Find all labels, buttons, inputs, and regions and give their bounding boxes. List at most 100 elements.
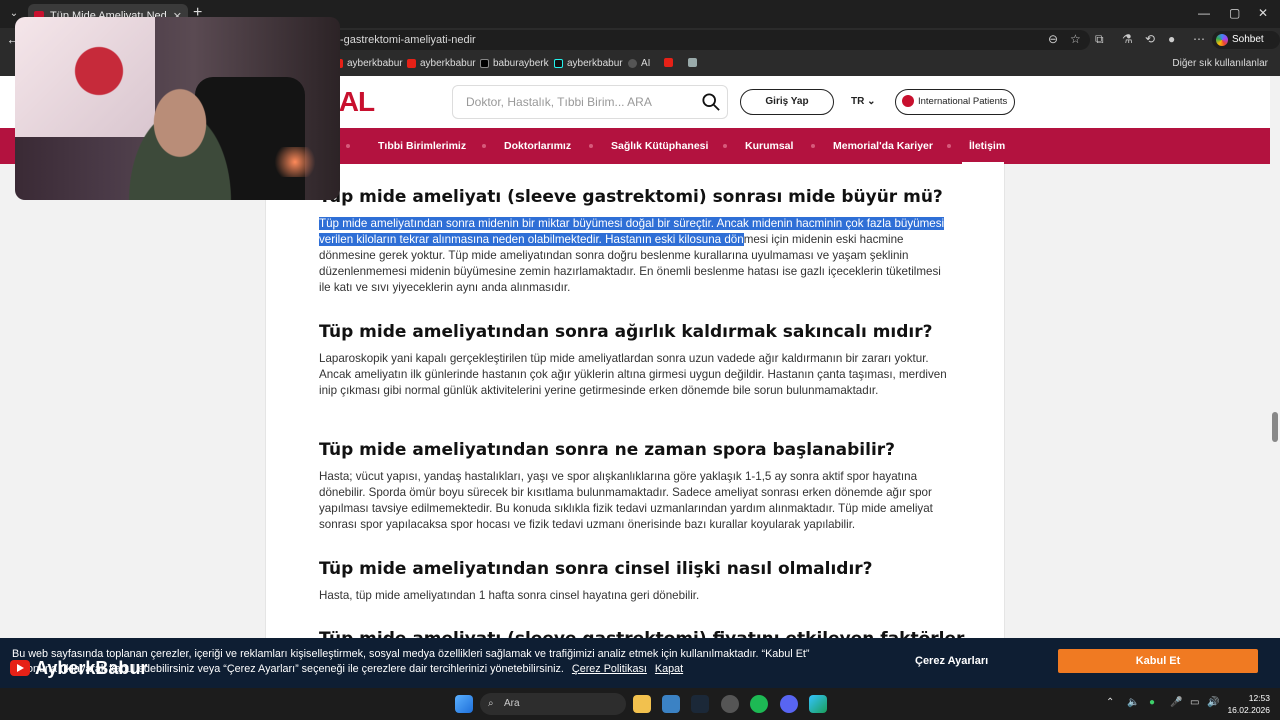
streamer-image bbox=[115, 87, 245, 200]
bookmark-item[interactable] bbox=[664, 58, 673, 67]
obs-icon[interactable] bbox=[721, 695, 739, 713]
nav-separator bbox=[346, 144, 350, 148]
file-explorer-icon[interactable] bbox=[633, 695, 651, 713]
cookie-settings-button[interactable]: Çerez Ayarları bbox=[915, 655, 988, 667]
article-section: Tüp mide ameliyatı (sleeve gastrektomi) … bbox=[319, 187, 949, 296]
nav-separator bbox=[589, 144, 593, 148]
section-heading: Tüp mide ameliyatı (sleeve gastrektomi) … bbox=[319, 629, 964, 638]
cookie-policy-link[interactable]: Çerez Politikası bbox=[572, 663, 647, 675]
section-heading: Tüp mide ameliyatından sonra cinsel iliş… bbox=[319, 559, 873, 579]
youtube-icon bbox=[407, 59, 416, 68]
international-patients-button[interactable]: International Patients bbox=[895, 89, 1015, 115]
nav-item-doctors[interactable]: Doktorlarımız bbox=[504, 128, 571, 164]
webcam-overlay bbox=[15, 17, 340, 200]
microphone-icon[interactable]: 🎤 bbox=[1170, 697, 1182, 708]
nav-item-medical-units[interactable]: Tıbbi Birimlerimiz bbox=[378, 128, 466, 164]
history-icon[interactable]: ⟲ bbox=[1145, 32, 1155, 46]
minimize-icon[interactable]: — bbox=[1198, 6, 1210, 20]
taskbar-search[interactable]: Ara bbox=[480, 693, 626, 715]
app-icon bbox=[688, 58, 697, 67]
taskbar: Ara ⌃ 🔈 ● 🎤 ▭ 🔊 12:53 16.02.2026 bbox=[0, 688, 1280, 720]
status-dot-icon[interactable]: ● bbox=[1149, 697, 1155, 708]
bookmark-item[interactable]: ayberkbabur bbox=[334, 58, 403, 69]
clock-date: 16.02.2026 bbox=[1227, 705, 1270, 715]
nav-separator bbox=[811, 144, 815, 148]
nav-separator bbox=[723, 144, 727, 148]
login-button[interactable]: Giriş Yap bbox=[740, 89, 834, 115]
x-icon bbox=[480, 59, 489, 68]
article-section: Tüp mide ameliyatı (sleeve gastrektomi) … bbox=[319, 629, 964, 638]
section-paragraph: Hasta, tüp mide ameliyatından 1 hafta so… bbox=[319, 589, 700, 602]
more-menu-icon[interactable]: ⋯ bbox=[1193, 32, 1205, 46]
language-label: TR bbox=[851, 96, 865, 107]
sidebar-panel bbox=[1005, 164, 1270, 638]
international-label: International Patients bbox=[918, 96, 1008, 107]
reader-icon[interactable]: ⊖ bbox=[1048, 32, 1058, 46]
youtube-icon bbox=[664, 58, 673, 67]
bookmark-item[interactable]: baburayberk bbox=[480, 58, 549, 69]
extensions-icon[interactable]: ⧉ bbox=[1095, 32, 1104, 47]
ai-icon bbox=[628, 59, 637, 68]
network-icon[interactable]: ▭ bbox=[1190, 697, 1199, 708]
other-favorites-folder[interactable]: Diğer sık kullanılanlar bbox=[1172, 58, 1268, 69]
channel-watermark: AyberkBabur bbox=[10, 657, 147, 679]
maximize-icon[interactable]: ▢ bbox=[1229, 6, 1240, 20]
international-icon bbox=[902, 95, 914, 107]
copilot-chat-button[interactable]: Sohbet et bbox=[1212, 31, 1280, 63]
cookie-consent-bar: Bu web sayfasında toplanan çerezler, içe… bbox=[0, 638, 1280, 688]
section-paragraph: Laparoskopik yani kapalı gerçekleştirile… bbox=[319, 352, 947, 397]
nav-item-contact[interactable]: İletişim bbox=[969, 128, 1005, 164]
section-paragraph: Hasta; vücut yapısı, yandaş hastalıkları… bbox=[319, 470, 933, 531]
favorite-star-icon[interactable]: ☆ bbox=[1070, 32, 1081, 46]
photos-icon[interactable] bbox=[662, 695, 680, 713]
tray-overflow-icon[interactable]: ⌃ bbox=[1106, 697, 1114, 708]
bookmark-item[interactable]: ayberkbabur bbox=[407, 58, 476, 69]
bookmark-label: ayberkbabur bbox=[567, 58, 623, 69]
section-heading: Tüp mide ameliyatından sonra ne zaman sp… bbox=[319, 440, 896, 460]
article-section: Tüp mide ameliyatından sonra cinsel iliş… bbox=[319, 559, 949, 604]
bookmark-label: ayberkbabur bbox=[347, 58, 403, 69]
speaker-icon[interactable]: 🔊 bbox=[1207, 697, 1219, 708]
accept-cookies-button[interactable]: Kabul Et bbox=[1058, 649, 1258, 673]
section-paragraph: Tüp mide ameliyatından sonra midenin bir… bbox=[319, 216, 949, 296]
section-heading: Tüp mide ameliyatı (sleeve gastrektomi) … bbox=[319, 187, 943, 207]
collections-icon[interactable]: ⚗ bbox=[1122, 32, 1133, 46]
language-selector[interactable]: TR ⌄ bbox=[851, 96, 876, 107]
scrollbar-thumb[interactable] bbox=[1272, 412, 1278, 442]
nav-separator bbox=[947, 144, 951, 148]
watermark-text: AyberkBabur bbox=[35, 657, 148, 678]
profile-avatar-icon[interactable]: ● bbox=[1168, 32, 1175, 46]
close-window-icon[interactable]: ✕ bbox=[1258, 6, 1268, 20]
youtube-icon bbox=[10, 660, 30, 676]
chevron-down-icon: ⌄ bbox=[867, 96, 876, 107]
bookmark-label: ayberkbabur bbox=[420, 58, 476, 69]
nav-item-career[interactable]: Memorial'da Kariyer bbox=[833, 128, 933, 164]
clock-time: 12:53 bbox=[1248, 693, 1270, 703]
nav-item-corporate[interactable]: Kurumsal bbox=[745, 128, 793, 164]
bookmark-label: baburayberk bbox=[493, 58, 549, 69]
nav-separator bbox=[482, 144, 486, 148]
bookmark-label: AI bbox=[641, 58, 651, 69]
edge-icon[interactable] bbox=[809, 695, 827, 713]
bookmark-item[interactable]: AI bbox=[628, 58, 650, 69]
start-icon[interactable] bbox=[455, 695, 473, 713]
page-scrollbar[interactable] bbox=[1270, 76, 1280, 638]
bookmark-item[interactable]: ayberkbabur bbox=[554, 58, 623, 69]
discord-icon[interactable] bbox=[780, 695, 798, 713]
nav-item-health-library[interactable]: Sağlık Kütüphanesi bbox=[611, 128, 708, 164]
cookie-close-link[interactable]: Kapat bbox=[655, 663, 683, 675]
copilot-icon bbox=[1216, 34, 1228, 46]
lamp-glow-image bbox=[270, 147, 320, 177]
section-heading: Tüp mide ameliyatından sonra ağırlık kal… bbox=[319, 322, 933, 342]
volume-tray-icon[interactable]: 🔈 bbox=[1127, 697, 1139, 708]
tiktok-icon bbox=[554, 59, 563, 68]
site-search-input[interactable]: Doktor, Hastalık, Tıbbi Birim... ARA bbox=[452, 85, 728, 119]
search-placeholder: Doktor, Hastalık, Tıbbi Birim... ARA bbox=[466, 95, 652, 109]
system-clock[interactable]: 12:53 16.02.2026 bbox=[1224, 692, 1270, 716]
steam-icon[interactable] bbox=[691, 695, 709, 713]
article-section: Tüp mide ameliyatından sonra ağırlık kal… bbox=[319, 322, 949, 399]
spotify-icon[interactable] bbox=[750, 695, 768, 713]
bookmark-item[interactable] bbox=[688, 58, 697, 67]
search-icon[interactable] bbox=[702, 93, 720, 111]
article-section: Tüp mide ameliyatından sonra ne zaman sp… bbox=[319, 440, 949, 533]
